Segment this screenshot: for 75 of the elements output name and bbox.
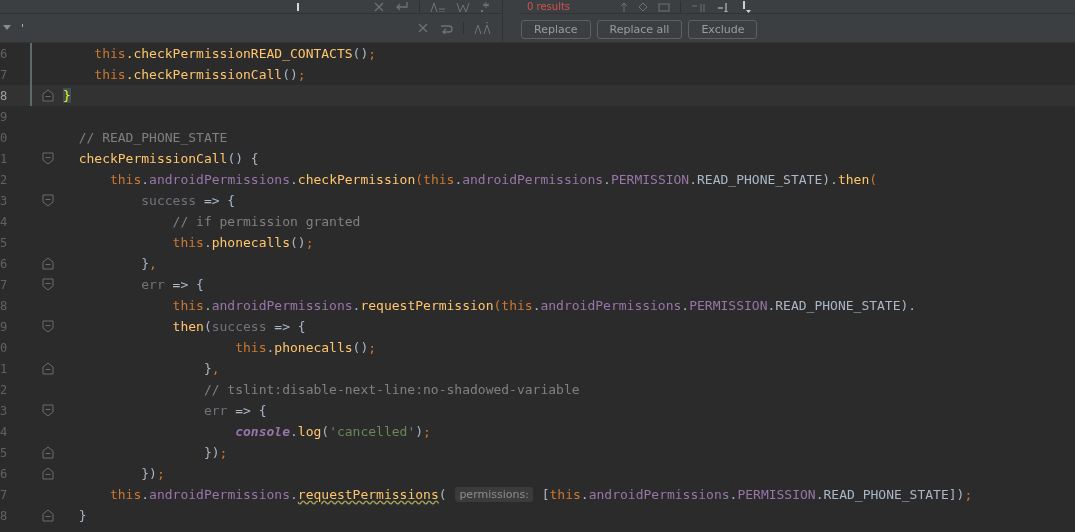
line-number: 2 [0, 172, 9, 187]
line-number: 4 [0, 424, 9, 439]
code-line: this.checkPermissionCall(); [93, 67, 306, 82]
line-number: 8 [0, 508, 9, 523]
preserve-case-icon[interactable] [474, 22, 492, 34]
newline-icon[interactable] [395, 1, 409, 12]
fold-marker-icon[interactable] [41, 404, 54, 417]
code-line: this.androidPermissions.requestPermissions( [108, 487, 448, 502]
line-number: 3 [0, 193, 9, 208]
fold-marker-icon[interactable] [41, 257, 54, 270]
line-number: 4 [0, 214, 9, 229]
line-number: 0 [0, 340, 9, 355]
fold-marker-icon[interactable] [41, 362, 54, 375]
find-bar-button[interactable]: Exclude [688, 20, 758, 39]
fold-marker-icon[interactable] [41, 152, 54, 165]
find-bar-button[interactable]: Replace all [596, 20, 683, 39]
results-count: 0 results [527, 0, 571, 13]
code-line: }); [140, 466, 165, 481]
parameter-hint: permissions: [455, 487, 533, 502]
code-line: checkPermissionCall() { [77, 151, 259, 166]
fold-marker-icon[interactable] [41, 278, 54, 291]
close-icon[interactable] [373, 1, 385, 12]
code-line: // if permission granted [171, 214, 361, 229]
code-line: // tslint:disable-next-line:no-shadowed-variable [202, 382, 580, 397]
line-number: 8 [0, 298, 9, 313]
fold-marker-icon[interactable] [41, 89, 54, 102]
line-number: 7 [0, 487, 9, 502]
fold-marker-icon[interactable] [41, 194, 54, 207]
wrap-icon[interactable] [439, 22, 453, 34]
diamond-icon[interactable] [638, 1, 649, 12]
line-number: 3 [0, 403, 9, 418]
line-number: 5 [0, 235, 9, 250]
code-line: }); [202, 445, 228, 460]
replace-field-value[interactable]: ' [21, 21, 25, 35]
code-line: this.phonecalls(); [171, 235, 314, 250]
code-line: success => { [140, 193, 236, 208]
fold-marker-icon[interactable] [41, 509, 54, 522]
code-line: this.checkPermissionREAD_CONTACTS(); [93, 46, 377, 61]
find-bar-button[interactable]: Replace [521, 20, 591, 39]
code-line: }, [140, 256, 157, 271]
code-line: then(success => { [171, 319, 306, 334]
dropdown-caret-icon[interactable] [3, 25, 11, 31]
line-number: 1 [0, 361, 9, 376]
code-line: err => { [140, 277, 204, 292]
line-number: 6 [0, 466, 9, 481]
code-line: // READ_PHONE_STATE [77, 130, 228, 145]
pin-icon[interactable] [741, 0, 752, 13]
fold-marker-icon[interactable] [41, 467, 54, 480]
line-number: 7 [0, 277, 9, 292]
code-line: err => { [202, 403, 267, 418]
line-number: 2 [0, 382, 9, 397]
line-number: 7 [0, 67, 9, 82]
text-cursor [297, 2, 299, 11]
line-number: 0 [0, 130, 9, 145]
code-line: this.androidPermissions.checkPermission(this.androidPermissions.PERMISSION.READ_PHONE_STATE).then( [108, 172, 878, 187]
match-case-icon[interactable] [430, 1, 446, 12]
code-line: console.log('cancelled'); [234, 424, 431, 439]
code-line: } [77, 508, 87, 523]
code-line: [this.androidPermissions.PERMISSION.READ_PHONE_STATE]); [540, 487, 973, 502]
code-line: this.androidPermissions.requestPermission(this.androidPermissions.PERMISSION.READ_PHONE_STATE). [171, 298, 917, 313]
words-icon[interactable] [456, 1, 470, 12]
code-line: this.phonecalls(); [234, 340, 377, 355]
close-icon[interactable] [417, 23, 429, 33]
line-number: 8 [0, 88, 9, 103]
line-number: 1 [0, 151, 9, 166]
up-arrow-icon[interactable] [620, 1, 629, 12]
line-number: 9 [0, 319, 9, 334]
fold-marker-icon[interactable] [41, 320, 54, 333]
code-line: }, [202, 361, 220, 376]
line-number: 5 [0, 445, 9, 460]
line-number: 9 [0, 109, 9, 124]
regex-icon[interactable] [480, 1, 490, 12]
line-number: 6 [0, 256, 9, 271]
line-number: 6 [0, 46, 9, 61]
fold-marker-icon[interactable] [41, 446, 54, 459]
